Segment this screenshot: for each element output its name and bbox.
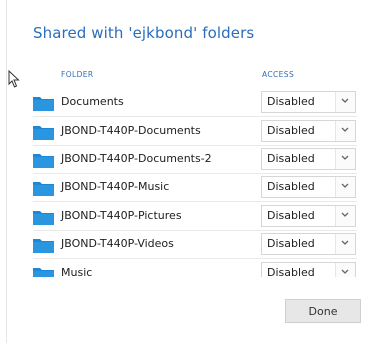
- folder-name: JBOND-T440P-Documents-2: [61, 152, 212, 165]
- chevron-down-icon[interactable]: [335, 92, 355, 112]
- access-select-value: Disabled: [267, 266, 315, 277]
- folder-name: JBOND-T440P-Videos: [61, 237, 174, 250]
- folder-icon: [33, 154, 54, 168]
- folder-row: JBOND-T440P-Music Disabled: [0, 173, 382, 202]
- access-select-value: Disabled: [267, 180, 315, 193]
- folder-name: JBOND-T440P-Music: [61, 180, 170, 193]
- access-select-value: Disabled: [267, 237, 315, 250]
- folder-icon: [33, 97, 54, 111]
- folder-name: JBOND-T440P-Pictures: [61, 209, 182, 222]
- chevron-down-icon[interactable]: [335, 177, 355, 197]
- access-select[interactable]: Disabled: [261, 205, 356, 227]
- folder-row: JBOND-T440P-Videos Disabled: [0, 230, 382, 259]
- folder-icon: [33, 268, 54, 277]
- folder-row: Music Disabled: [0, 259, 382, 277]
- access-select-value: Disabled: [267, 209, 315, 222]
- folder-name: Music: [61, 266, 93, 277]
- folder-row: JBOND-T440P-Pictures Disabled: [0, 202, 382, 231]
- folder-icon: [33, 211, 54, 225]
- folder-icon: [33, 239, 54, 253]
- access-select[interactable]: Disabled: [261, 148, 356, 170]
- access-select[interactable]: Disabled: [261, 262, 356, 277]
- chevron-down-icon[interactable]: [335, 263, 355, 277]
- chevron-down-icon[interactable]: [335, 206, 355, 226]
- dialog-title: Shared with 'ejkbond' folders: [33, 24, 255, 42]
- chevron-down-icon[interactable]: [335, 234, 355, 254]
- access-select[interactable]: Disabled: [261, 176, 356, 198]
- folder-icon: [33, 126, 54, 140]
- folder-name: Documents: [61, 95, 124, 108]
- access-select-value: Disabled: [267, 124, 315, 137]
- folder-icon: [33, 182, 54, 196]
- chevron-down-icon[interactable]: [335, 149, 355, 169]
- mouse-cursor-icon: [8, 70, 20, 88]
- done-button[interactable]: Done: [285, 299, 361, 323]
- folder-row: JBOND-T440P-Documents Disabled: [0, 117, 382, 146]
- access-select-value: Disabled: [267, 95, 315, 108]
- access-select-value: Disabled: [267, 152, 315, 165]
- chevron-down-icon[interactable]: [335, 121, 355, 141]
- access-select[interactable]: Disabled: [261, 233, 356, 255]
- shared-folders-dialog: Shared with 'ejkbond' folders FOLDER ACC…: [0, 0, 382, 343]
- folder-row: Documents Disabled: [0, 88, 382, 117]
- column-header-access: ACCESS: [262, 70, 295, 79]
- column-header-folder: FOLDER: [61, 70, 94, 79]
- access-select[interactable]: Disabled: [261, 120, 356, 142]
- access-select[interactable]: Disabled: [261, 91, 356, 113]
- folder-row: JBOND-T440P-Documents-2 Disabled: [0, 145, 382, 174]
- folder-list[interactable]: Documents Disabled JBOND-T440P-Documents…: [0, 88, 382, 277]
- folder-name: JBOND-T440P-Documents: [61, 124, 201, 137]
